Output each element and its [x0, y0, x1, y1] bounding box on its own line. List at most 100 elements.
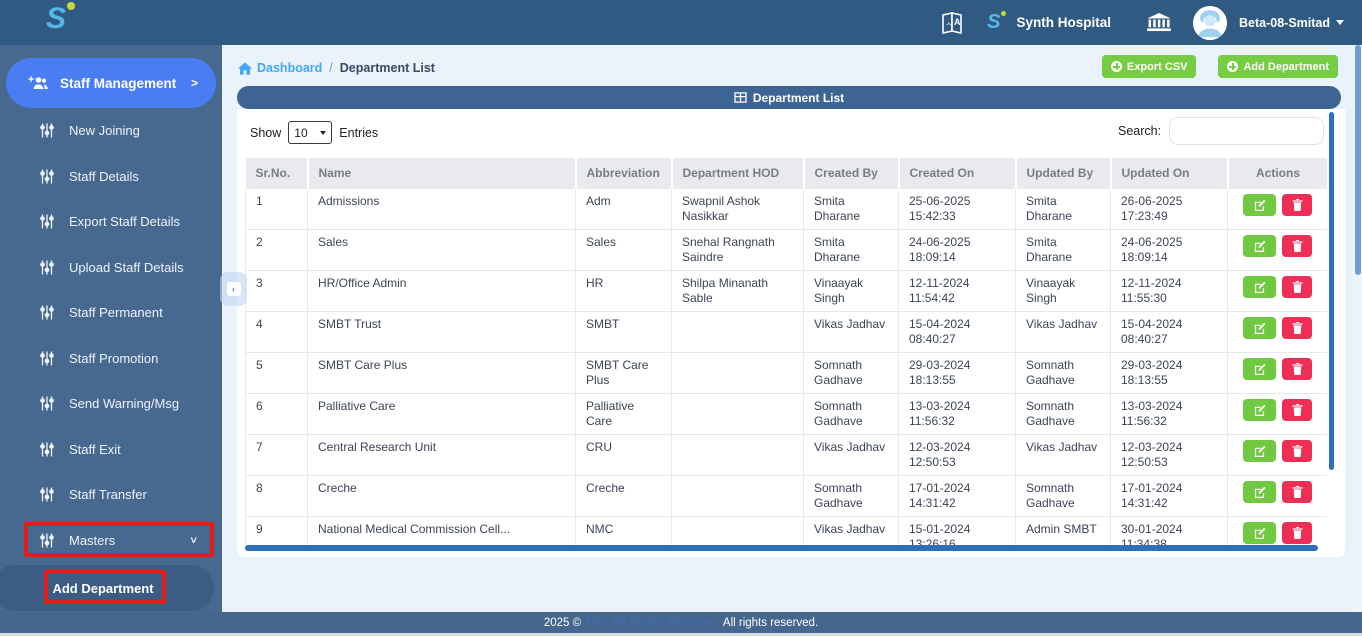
cell-abbr: Adm [575, 188, 672, 230]
sliders-icon [40, 396, 54, 411]
delete-button[interactable] [1282, 440, 1312, 462]
cell-actions [1227, 516, 1327, 545]
cell-actions [1227, 188, 1327, 230]
delete-button[interactable] [1282, 399, 1312, 421]
sidebar-collapse-toggle[interactable]: ‹ [220, 272, 247, 306]
cell-hod: Shilpa Minanath Sable [671, 270, 804, 312]
user-menu[interactable]: Beta-08-Smitad [1239, 16, 1344, 30]
cell-abbr: Sales [575, 229, 672, 271]
footer: 2025 © THS All Rights Reserve . All righ… [0, 612, 1362, 633]
trash-icon [1291, 240, 1303, 252]
sliders-icon [40, 305, 54, 320]
export-csv-button[interactable]: Export CSV [1101, 55, 1197, 78]
cell-abbr: HR [575, 270, 672, 312]
entries-label: Entries [339, 125, 379, 140]
institution-icon[interactable] [1147, 13, 1171, 32]
avatar[interactable] [1193, 5, 1227, 40]
sidebar-subitem-label: Add Department [52, 580, 154, 596]
cell-sr: 2 [245, 229, 308, 271]
cell-created_by: Somnath Gadhave [803, 475, 899, 517]
sliders-icon [40, 260, 54, 275]
search-input[interactable] [1169, 117, 1325, 145]
cell-abbr: Palliative Care [575, 393, 672, 435]
app-logo[interactable]: S [46, 2, 76, 36]
edit-button[interactable] [1243, 276, 1276, 298]
sidebar-subitem-add-department[interactable]: Add Department [0, 565, 214, 611]
table-horizontal-scrollbar[interactable] [245, 545, 1318, 551]
sidebar-item-export-staff-details[interactable]: Export Staff Details [0, 199, 222, 245]
edit-button[interactable] [1243, 358, 1276, 380]
delete-button[interactable] [1282, 276, 1312, 298]
delete-button[interactable] [1282, 317, 1312, 339]
table-row: 8 Creche Creche Somnath Gadhave 17-01-2024 1… [245, 475, 1327, 517]
topbar: S ᆺ A S Synth Hospital Beta-08-Smitad [0, 0, 1362, 45]
sliders-icon [40, 123, 54, 138]
sidebar-item-label: Send Warning/Msg [69, 396, 180, 412]
trash-icon [1291, 199, 1303, 211]
page-size-select[interactable]: 10 [288, 121, 333, 144]
cell-updated_by: Smita Dharane [1015, 229, 1111, 271]
edit-button[interactable] [1243, 317, 1276, 339]
footer-link[interactable]: THS All Rights Reserve . [585, 617, 719, 629]
sidebar-item-new-joining[interactable]: New Joining [0, 108, 222, 154]
delete-button[interactable] [1282, 481, 1312, 503]
delete-button[interactable] [1282, 235, 1312, 257]
delete-button[interactable] [1282, 358, 1312, 380]
sidebar-item-masters[interactable]: Masters > [0, 518, 222, 564]
trash-icon [1291, 363, 1303, 375]
cell-sr: 8 [245, 475, 308, 517]
translate-icon[interactable]: ᆺ A [939, 11, 965, 35]
table-vertical-scrollbar[interactable] [1329, 112, 1334, 470]
sliders-icon [40, 487, 54, 502]
cell-abbr: SMBT [575, 311, 672, 353]
cell-updated_on: 13-03-2024 11:56:32 [1110, 393, 1228, 435]
add-department-button[interactable]: Add Department [1218, 55, 1338, 78]
sidebar-item-staff-permanent[interactable]: Staff Permanent [0, 290, 222, 336]
cell-updated_on: 12-03-2024 12:50:53 [1110, 434, 1228, 476]
delete-button[interactable] [1282, 522, 1312, 544]
cell-actions [1227, 434, 1327, 476]
chevron-down-icon: > [186, 537, 199, 544]
cell-created_on: 15-04-2024 08:40:27 [898, 311, 1016, 353]
cell-name: SMBT Trust [307, 311, 576, 353]
sidebar-item-staff-details[interactable]: Staff Details [0, 154, 222, 200]
cell-created_by: Vinaayak Singh [803, 270, 899, 312]
sidebar-item-staff-exit[interactable]: Staff Exit [0, 427, 222, 473]
cell-updated_on: 29-03-2024 18:13:55 [1110, 352, 1228, 394]
sliders-icon [40, 351, 54, 366]
edit-button[interactable] [1243, 194, 1276, 216]
cell-created_on: 15-01-2024 13:26:16 [898, 516, 1016, 545]
sliders-icon [40, 533, 54, 548]
sidebar-item-staff-management[interactable]: Staff Management > [6, 58, 216, 108]
edit-button[interactable] [1243, 481, 1276, 503]
caret-down-icon [1336, 20, 1344, 25]
trash-icon [1291, 404, 1303, 416]
cell-updated_by: Somnath Gadhave [1015, 475, 1111, 517]
cell-hod [671, 352, 804, 394]
edit-button[interactable] [1243, 440, 1276, 462]
cell-updated_on: 26-06-2025 17:23:49 [1110, 188, 1228, 230]
trash-icon [1291, 445, 1303, 457]
cell-actions [1227, 229, 1327, 271]
delete-button[interactable] [1282, 194, 1312, 216]
table-row: 5 SMBT Care Plus SMBT Care Plus Somnath Gad… [245, 352, 1327, 394]
cell-sr: 9 [245, 516, 308, 545]
cell-created_on: 29-03-2024 18:13:55 [898, 352, 1016, 394]
cell-created_by: Smita Dharane [803, 188, 899, 230]
cell-name: HR/Office Admin [307, 270, 576, 312]
sidebar-item-label: Masters [69, 532, 116, 548]
sidebar-item-staff-transfer[interactable]: Staff Transfer [0, 472, 222, 518]
window-scrollbar-track[interactable] [1353, 45, 1362, 636]
svg-text:ᆺ: ᆺ [945, 17, 952, 26]
sidebar-item-staff-promotion[interactable]: Staff Promotion [0, 336, 222, 382]
breadcrumb-dashboard-link[interactable]: Dashboard [238, 61, 322, 75]
cell-hod [671, 434, 804, 476]
edit-button[interactable] [1243, 399, 1276, 421]
sidebar-item-upload-staff-details[interactable]: Upload Staff Details [0, 245, 222, 291]
edit-button[interactable] [1243, 235, 1276, 257]
window-scrollbar-thumb[interactable] [1354, 45, 1361, 275]
edit-icon [1254, 363, 1265, 375]
edit-icon [1254, 445, 1265, 457]
edit-button[interactable] [1243, 522, 1276, 544]
sidebar-item-send-warning-msg[interactable]: Send Warning/Msg [0, 381, 222, 427]
